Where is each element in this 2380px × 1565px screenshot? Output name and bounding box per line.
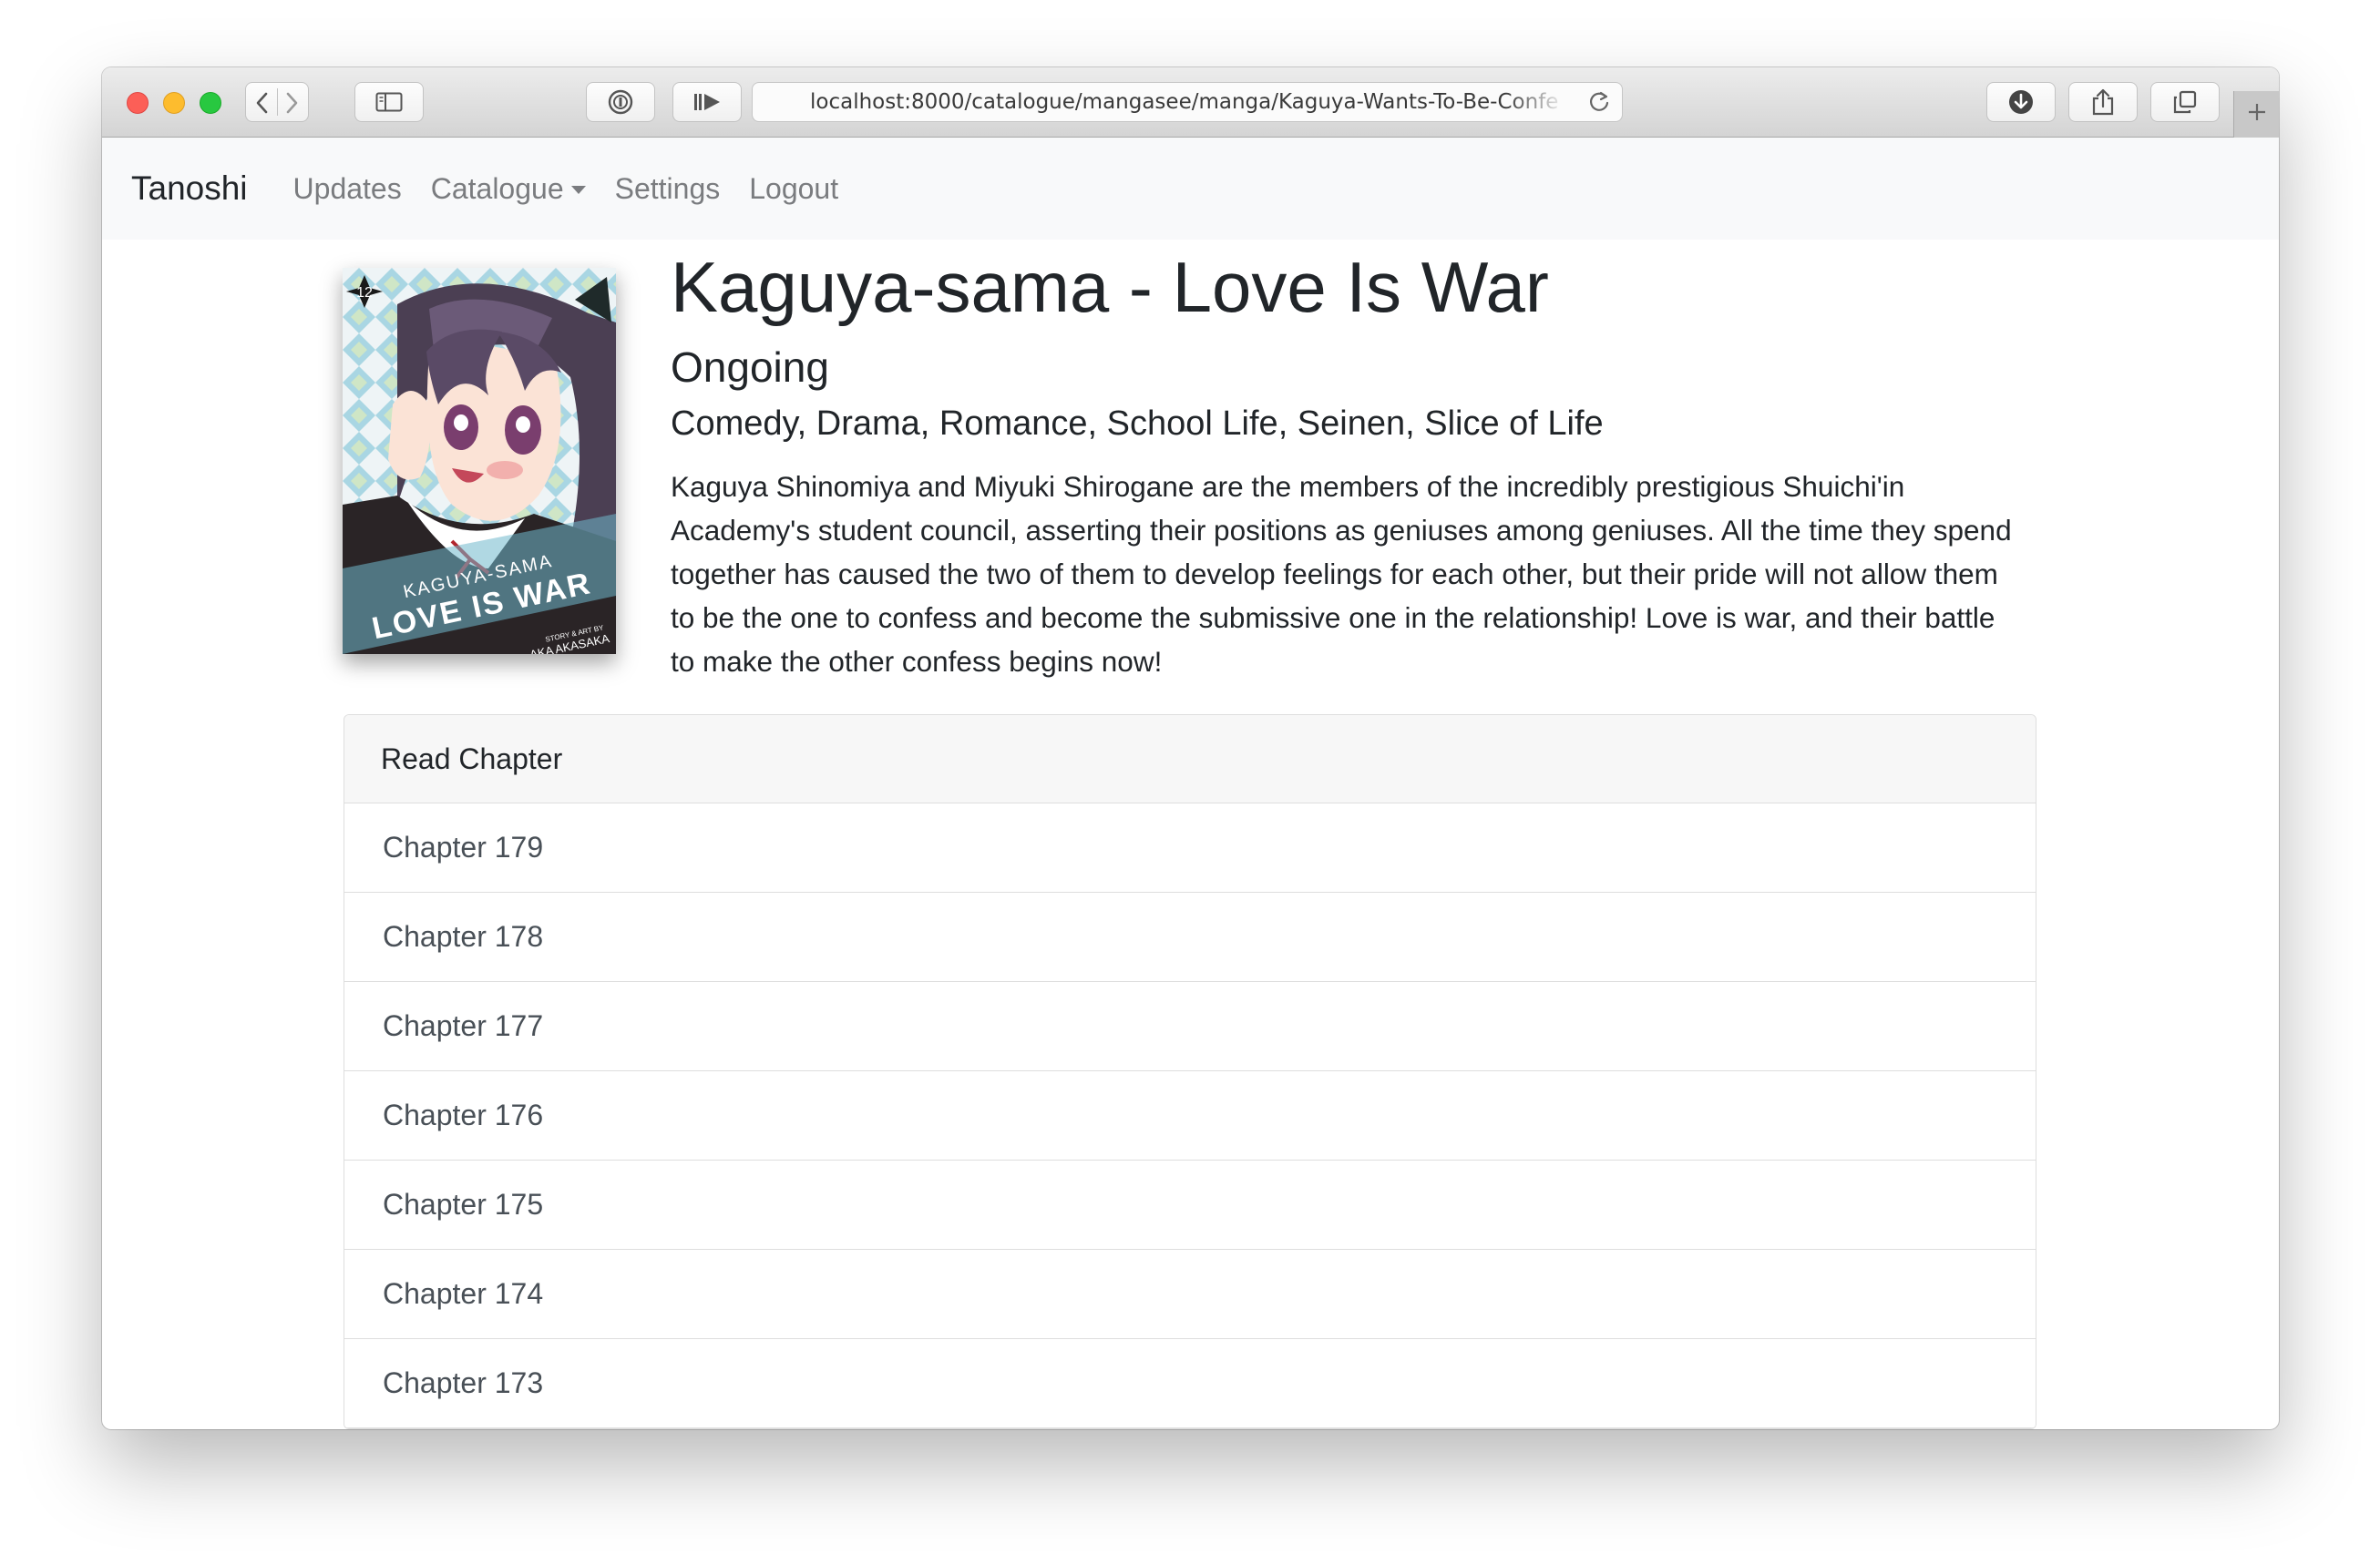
password-button[interactable]	[586, 82, 655, 122]
share-icon	[2090, 87, 2116, 117]
tabs-overview-button[interactable]	[2150, 82, 2220, 122]
download-icon	[2007, 88, 2035, 116]
nav-catalogue-dropdown[interactable]: Catalogue	[431, 172, 586, 206]
cover-volume-number: 12	[356, 285, 373, 301]
downloads-button[interactable]	[1986, 82, 2056, 122]
reader-play-icon	[692, 91, 723, 113]
browser-window: localhost:8000/catalogue/mangasee/manga/…	[102, 67, 2279, 1429]
chapter-item[interactable]: Chapter 174	[344, 1250, 2036, 1339]
tabs-icon	[2172, 89, 2198, 115]
nav-settings[interactable]: Settings	[615, 172, 721, 206]
chapter-item[interactable]: Chapter 177	[344, 982, 2036, 1071]
nav-updates[interactable]: Updates	[293, 172, 402, 206]
chapter-item[interactable]: Chapter 173	[344, 1339, 2036, 1428]
close-window-button[interactable]	[127, 92, 149, 114]
browser-toolbar: localhost:8000/catalogue/mangasee/manga/…	[102, 67, 2279, 138]
password-key-icon	[607, 88, 634, 116]
app-navbar: Tanoshi Updates Catalogue Settings Logou…	[102, 138, 2279, 240]
chapter-list: Read Chapter Chapter 179 Chapter 178 Cha…	[344, 714, 2036, 1429]
back-forward-buttons	[245, 82, 309, 122]
chapter-item[interactable]: Chapter 176	[344, 1071, 2036, 1161]
manga-description: Kaguya Shinomiya and Miyuki Shirogane ar…	[671, 470, 2012, 678]
plus-icon	[2246, 101, 2268, 128]
share-button[interactable]	[2068, 82, 2138, 122]
reader-button[interactable]	[672, 82, 742, 122]
manga-title: Kaguya-sama - Love Is War	[671, 247, 1549, 327]
zoom-window-button[interactable]	[200, 92, 221, 114]
chapter-item[interactable]: Chapter 179	[344, 803, 2036, 893]
chapter-item[interactable]: Chapter 175	[344, 1161, 2036, 1250]
url-text: localhost:8000/catalogue/mangasee/manga/…	[810, 90, 1559, 114]
nav-logout[interactable]: Logout	[749, 172, 838, 206]
brand-link[interactable]: Tanoshi	[131, 169, 248, 208]
reload-icon[interactable]	[1585, 88, 1613, 116]
chapter-item[interactable]: Chapter 178	[344, 893, 2036, 982]
minimize-window-button[interactable]	[163, 92, 185, 114]
manga-genres: Comedy, Drama, Romance, School Life, Sei…	[671, 404, 1604, 443]
forward-icon[interactable]	[282, 91, 301, 115]
address-bar[interactable]: localhost:8000/catalogue/mangasee/manga/…	[752, 82, 1623, 122]
manga-status: Ongoing	[671, 343, 829, 391]
chapter-list-header: Read Chapter	[344, 715, 2036, 803]
caret-down-icon	[570, 186, 586, 194]
nav-catalogue-label: Catalogue	[430, 171, 564, 205]
sidebar-icon	[375, 92, 403, 112]
sidebar-toggle-button[interactable]	[354, 82, 424, 122]
manga-cover-image: 12 KAGUYA-SAMA LOVE IS WAR STORY & ART B…	[343, 268, 616, 654]
back-icon[interactable]	[253, 91, 272, 115]
new-tab-button[interactable]	[2233, 91, 2279, 138]
